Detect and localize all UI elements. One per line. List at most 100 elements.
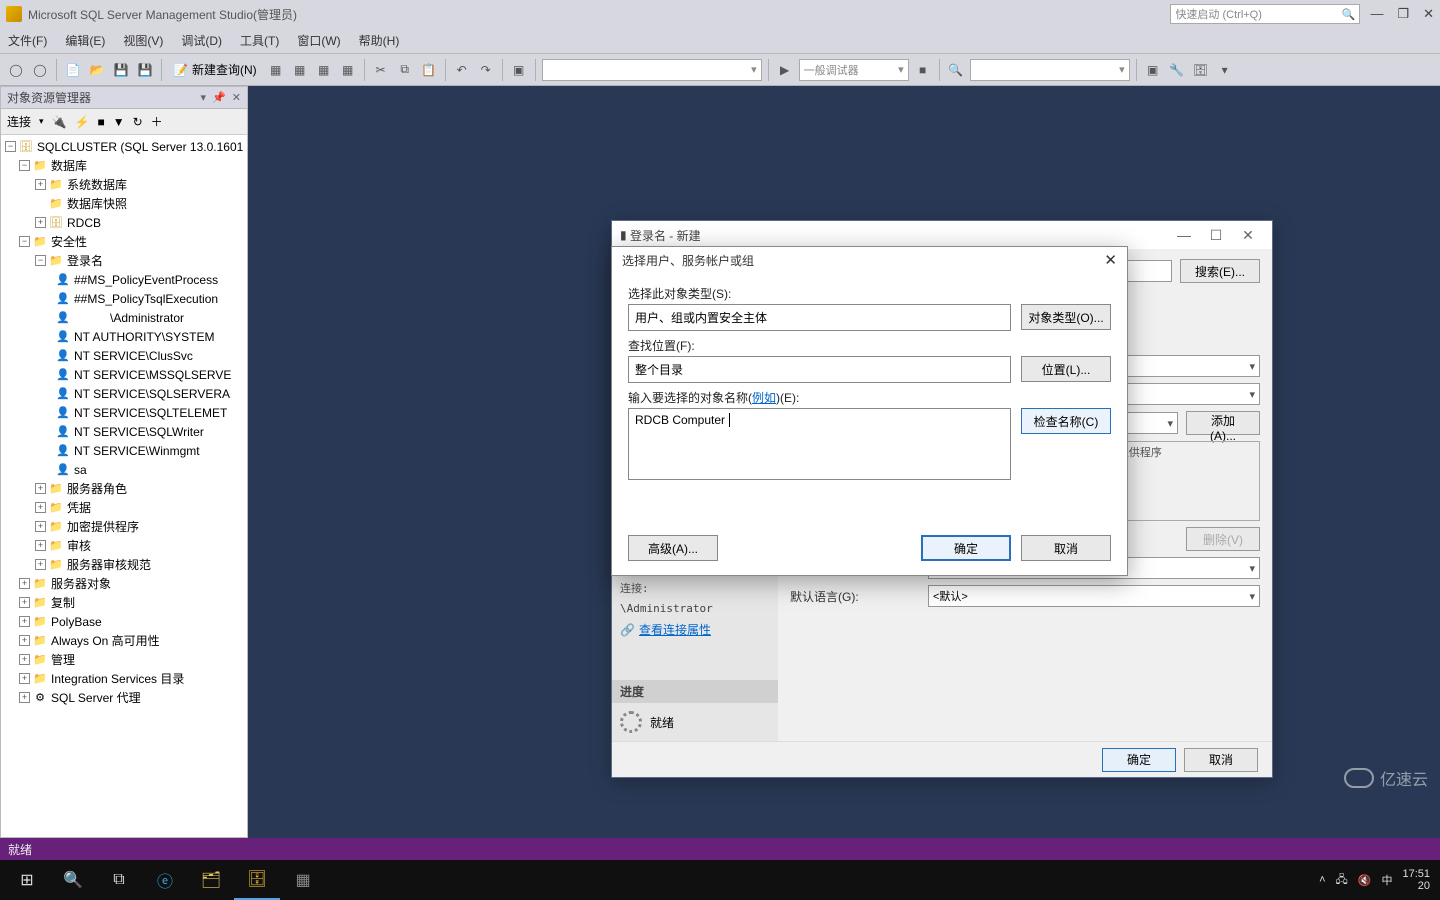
debugger-combo[interactable]: 一般调试器▾ [799, 59, 909, 81]
tray-ime-icon[interactable]: 中 [1381, 872, 1392, 888]
connect-button[interactable]: 连接 [7, 113, 31, 130]
menu-debug[interactable]: 调试(D) [181, 32, 222, 49]
ext-icon-2[interactable]: 🔧 [1167, 60, 1187, 80]
pin-icon[interactable]: 📌 [212, 91, 226, 104]
tree-db-snapshots[interactable]: 📁数据库快照 [3, 194, 247, 213]
new-project-icon[interactable]: 📄 [63, 60, 83, 80]
tree-security[interactable]: −📁安全性 [3, 232, 247, 251]
example-link[interactable]: 例如 [752, 391, 776, 405]
start-button[interactable]: ⊞ [4, 860, 50, 900]
close-button[interactable]: ✕ [1423, 6, 1434, 22]
tb-connect-icon[interactable]: 🔌 [52, 115, 67, 129]
ok-button[interactable]: 确定 [1102, 748, 1176, 772]
taskbar-ssms-icon[interactable]: 🗄 [234, 860, 280, 900]
new-query-button[interactable]: 📝 新建查询(N) [168, 58, 262, 82]
menu-tools[interactable]: 工具(T) [240, 32, 279, 49]
tray-network-icon[interactable]: 🖧 [1336, 871, 1348, 890]
maximize-button[interactable]: ☐ [1200, 227, 1232, 244]
find-combo[interactable]: ▾ [970, 59, 1130, 81]
cancel-button[interactable]: 取消 [1184, 748, 1258, 772]
taskbar-ie-icon[interactable]: ⓔ [142, 860, 188, 900]
ext-icon-3[interactable]: 🗄 [1191, 60, 1211, 80]
open-icon[interactable]: 📂 [87, 60, 107, 80]
close-button[interactable]: ✕ [1232, 227, 1264, 244]
tree-login-item[interactable]: 👤\Administrator [3, 308, 247, 327]
tree-crypto-providers[interactable]: +📁加密提供程序 [3, 517, 247, 536]
save-all-icon[interactable]: 💾 [135, 60, 155, 80]
copy-icon[interactable]: ⧉ [395, 60, 415, 80]
object-names-input[interactable]: RDCB Computer [628, 408, 1011, 480]
tree-login-item[interactable]: 👤NT AUTHORITY\SYSTEM [3, 327, 247, 346]
tree-login-item[interactable]: 👤sa [3, 460, 247, 479]
remove-button[interactable]: 删除(V) [1186, 527, 1260, 551]
tb-icon-3[interactable]: ▦ [314, 60, 334, 80]
tree-replication[interactable]: +📁复制 [3, 593, 247, 612]
menu-file[interactable]: 文件(F) [8, 32, 47, 49]
login-dialog-titlebar[interactable]: ▮ 登录名 - 新建 — ☐ ✕ [612, 221, 1272, 249]
tb-disconnect-icon[interactable]: ⚡ [75, 115, 90, 129]
save-icon[interactable]: 💾 [111, 60, 131, 80]
tree-server-node[interactable]: −🗄SQLCLUSTER (SQL Server 13.0.1601 [3, 137, 247, 156]
tray-chevron-icon[interactable]: ˄ [1319, 874, 1325, 886]
view-connection-link[interactable]: 查看连接属性 [639, 621, 711, 638]
tree-polybase[interactable]: +📁PolyBase [3, 612, 247, 631]
menu-window[interactable]: 窗口(W) [297, 32, 340, 49]
tree-login-item[interactable]: 👤NT SERVICE\SQLTELEMET [3, 403, 247, 422]
tree-integration-services[interactable]: +📁Integration Services 目录 [3, 669, 247, 688]
tree-databases[interactable]: −📁数据库 [3, 156, 247, 175]
dropdown-icon[interactable]: ▾ [201, 91, 207, 104]
taskbar-explorer-icon[interactable]: 🗂 [188, 860, 234, 900]
undo-icon[interactable]: ↶ [452, 60, 472, 80]
minimize-button[interactable]: — [1370, 6, 1383, 22]
system-tray[interactable]: ˄ 🖧 🔇 中 17:51 20 [1313, 868, 1436, 892]
maximize-button[interactable]: ❐ [1397, 6, 1409, 22]
tree-login-item[interactable]: 👤##MS_PolicyEventProcess [3, 270, 247, 289]
tb-stop-icon[interactable]: ■ [97, 115, 104, 129]
tree-management[interactable]: +📁管理 [3, 650, 247, 669]
default-lang-combo[interactable]: <默认>▾ [928, 585, 1260, 607]
tree-credentials[interactable]: +📁凭据 [3, 498, 247, 517]
tree-login-item[interactable]: 👤NT SERVICE\SQLWriter [3, 422, 247, 441]
tree-login-item[interactable]: 👤NT SERVICE\MSSQLSERVE [3, 365, 247, 384]
close-button[interactable]: ✕ [1104, 251, 1117, 269]
tb-icon-4[interactable]: ▦ [338, 60, 358, 80]
tray-volume-icon[interactable]: 🔇 [1358, 874, 1372, 887]
properties-icon[interactable]: ▣ [509, 60, 529, 80]
tree-login-item[interactable]: 👤##MS_PolicyTsqlExecution [3, 289, 247, 308]
advanced-button[interactable]: 高级(A)... [628, 535, 718, 561]
tb-plus-icon[interactable]: ＋ [151, 113, 163, 130]
ok-button[interactable]: 确定 [921, 535, 1011, 561]
redo-icon[interactable]: ↷ [476, 60, 496, 80]
tree-always-on[interactable]: +📁Always On 高可用性 [3, 631, 247, 650]
debug-stop-icon[interactable]: ■ [913, 60, 933, 80]
cancel-button[interactable]: 取消 [1021, 535, 1111, 561]
add-button[interactable]: 添加(A)... [1186, 411, 1260, 435]
tree-login-item[interactable]: 👤NT SERVICE\Winmgmt [3, 441, 247, 460]
object-types-button[interactable]: 对象类型(O)... [1021, 304, 1111, 330]
menu-view[interactable]: 视图(V) [123, 32, 163, 49]
tree-server-objects[interactable]: +📁服务器对象 [3, 574, 247, 593]
tree-logins[interactable]: −📁登录名 [3, 251, 247, 270]
minimize-button[interactable]: — [1168, 227, 1200, 243]
search-button[interactable]: 搜索(E)... [1180, 259, 1260, 283]
taskbar-app-icon[interactable]: ▦ [280, 860, 326, 900]
menu-help[interactable]: 帮助(H) [359, 32, 400, 49]
tb-refresh-icon[interactable]: ↻ [133, 115, 143, 129]
tb-icon-2[interactable]: ▦ [290, 60, 310, 80]
menu-edit[interactable]: 编辑(E) [65, 32, 105, 49]
find-icon[interactable]: 🔍 [946, 60, 966, 80]
search-button[interactable]: 🔍 [50, 860, 96, 900]
task-view-button[interactable]: ⧉ [96, 860, 142, 900]
tree-audits[interactable]: +📁审核 [3, 536, 247, 555]
locations-button[interactable]: 位置(L)... [1021, 356, 1111, 382]
back-icon[interactable]: ◯ [6, 60, 26, 80]
tree-sys-databases[interactable]: +📁系统数据库 [3, 175, 247, 194]
debug-start-icon[interactable]: ▶ [775, 60, 795, 80]
tb-icon-1[interactable]: ▦ [266, 60, 286, 80]
tree-server-roles[interactable]: +📁服务器角色 [3, 479, 247, 498]
forward-icon[interactable]: ◯ [30, 60, 50, 80]
close-panel-icon[interactable]: ✕ [232, 91, 241, 104]
chevron-down-icon[interactable]: ▾ [1215, 60, 1235, 80]
solution-combo[interactable]: ▾ [542, 59, 762, 81]
quick-launch-input[interactable]: 快速启动 (Ctrl+Q) 🔍 [1170, 4, 1360, 24]
